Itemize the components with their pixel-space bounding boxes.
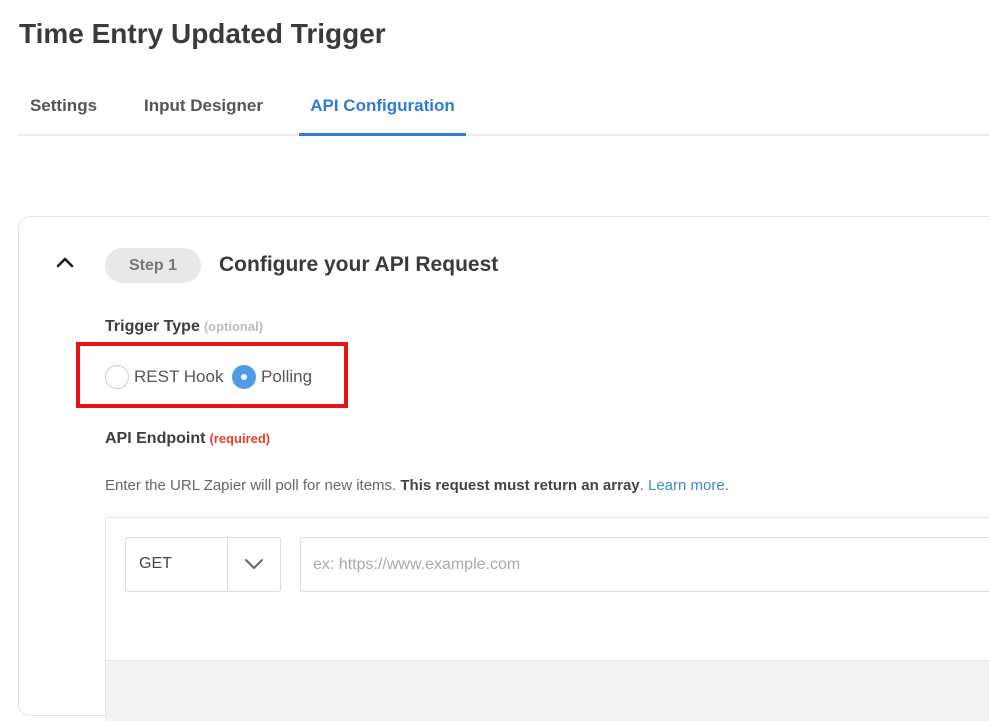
http-method-value: GET — [139, 555, 172, 572]
tab-bar: Settings Input Designer API Configuratio… — [18, 80, 989, 136]
chevron-down-icon[interactable] — [244, 556, 264, 572]
radio-rest-hook-label[interactable]: REST Hook — [134, 367, 223, 387]
request-panel: GET — [105, 517, 989, 721]
tab-input-designer[interactable]: Input Designer — [134, 80, 273, 136]
page-title: Time Entry Updated Trigger — [19, 18, 386, 49]
step-card: Step 1 Configure your API Request Trigge… — [18, 216, 989, 721]
trigger-type-label-text: Trigger Type — [105, 318, 200, 335]
step-title: Configure your API Request — [219, 253, 499, 276]
radio-polling[interactable] — [232, 365, 256, 389]
chevron-up-icon — [56, 257, 74, 268]
radio-rest-hook[interactable] — [105, 365, 129, 389]
help-text-bold: This request must return an array — [400, 477, 640, 494]
select-divider — [227, 538, 228, 591]
trigger-type-label: Trigger Type (optional) — [105, 317, 263, 337]
help-text-end: . — [724, 477, 729, 494]
required-tag: (required) — [209, 431, 271, 446]
help-text-prefix: Enter the URL Zapier will poll for new i… — [105, 477, 401, 494]
http-method-select[interactable]: GET — [125, 537, 281, 592]
api-endpoint-label: API Endpoint (required) — [105, 429, 270, 449]
learn-more-link[interactable]: Learn more — [648, 477, 725, 494]
tab-settings[interactable]: Settings — [18, 80, 109, 136]
radio-polling-label[interactable]: Polling — [261, 367, 312, 387]
api-endpoint-label-text: API Endpoint — [105, 430, 206, 447]
api-endpoint-url-input[interactable] — [300, 537, 989, 592]
tab-api-configuration[interactable]: API Configuration — [299, 80, 466, 136]
optional-tag: (optional) — [203, 319, 264, 334]
api-endpoint-help: Enter the URL Zapier will poll for new i… — [105, 476, 729, 496]
collapse-step-button[interactable] — [55, 253, 75, 273]
help-text-suffix: . — [639, 477, 648, 494]
request-panel-footer — [106, 660, 989, 721]
step-badge: Step 1 — [105, 248, 201, 283]
